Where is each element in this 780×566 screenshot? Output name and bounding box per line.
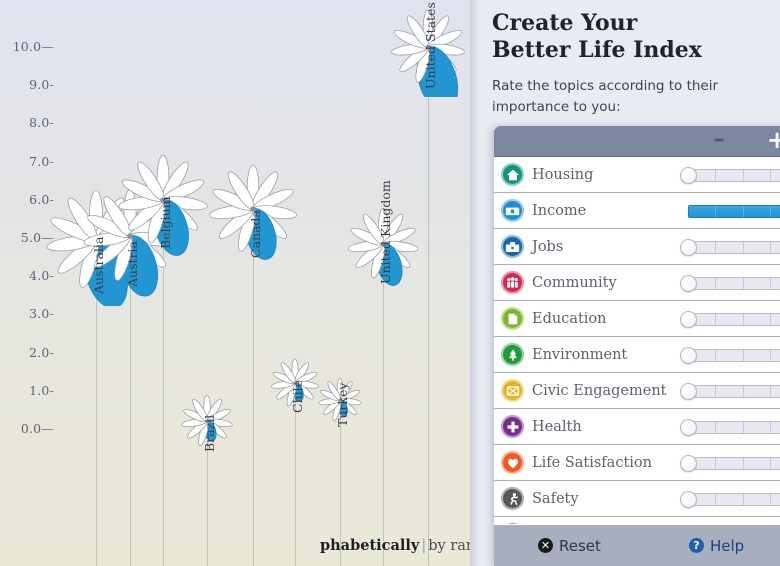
topic-slider[interactable] <box>676 455 780 472</box>
country-label: Chile <box>290 379 305 413</box>
page-subtitle: Rate the topics according to their impor… <box>492 78 719 115</box>
topic-slider[interactable] <box>676 275 780 292</box>
topics-panel-header: – + <box>494 126 780 157</box>
slider-handle[interactable] <box>680 347 697 364</box>
topic-slider[interactable] <box>676 167 780 184</box>
country-label: Brazil <box>202 415 217 453</box>
slider-track <box>688 457 780 470</box>
slider-track <box>688 169 780 182</box>
reset-button[interactable]: ✕ Reset <box>538 537 601 555</box>
topic-row-community[interactable]: Community <box>494 265 780 301</box>
money-icon <box>501 199 524 222</box>
topics-panel: – + Housing Income Jobs Community Education E… <box>494 126 780 566</box>
slider-handle[interactable] <box>680 275 697 292</box>
topic-label: Housing <box>532 167 594 183</box>
y-axis-tick: 1.0- <box>29 382 54 398</box>
briefcase-icon <box>501 235 524 258</box>
heart-icon <box>501 451 524 474</box>
slider-track <box>688 277 780 290</box>
better-life-index-chart: 10.0— 9.0- 8.0- 7.0- 6.0- 5.0— 4.0- 3.0- 2.0- 1.0… <box>0 0 490 566</box>
page-title-line2: Better Life Index <box>492 37 702 63</box>
topic-label: Life Satisfaction <box>532 455 652 471</box>
flower-stem <box>383 243 384 566</box>
sidebar: Create Your Better Life Index Rate the t… <box>470 0 780 566</box>
topic-label: Civic Engagement <box>532 383 667 399</box>
topic-label: Income <box>532 203 587 219</box>
country-label: Turkey <box>335 383 350 428</box>
topic-label: Jobs <box>532 239 564 255</box>
topic-slider[interactable] <box>676 204 780 219</box>
country-label: Canada <box>248 210 263 259</box>
slider-handle[interactable] <box>680 455 697 472</box>
y-axis-tick: 0.0— <box>20 421 54 436</box>
slider-track <box>688 313 780 326</box>
sort-control: phabetically | by rank <box>0 537 490 554</box>
y-axis-tick: 7.0- <box>29 153 54 169</box>
slider-track <box>688 241 780 254</box>
y-axis-tick: 3.0- <box>29 306 54 322</box>
slider-track <box>688 385 780 398</box>
decrease-all-button[interactable]: – <box>706 126 732 156</box>
book-icon <box>501 307 524 330</box>
close-circle-icon: ✕ <box>538 538 553 553</box>
country-label: United States <box>423 2 438 89</box>
topic-row-education[interactable]: Education <box>494 301 780 337</box>
people-icon <box>501 271 524 294</box>
slider-track <box>688 493 780 506</box>
topic-label: Community <box>532 275 617 291</box>
topic-row-jobs[interactable]: Jobs <box>494 229 780 265</box>
topic-slider[interactable] <box>676 347 780 364</box>
topic-row-environment[interactable]: Environment <box>494 337 780 373</box>
slider-handle[interactable] <box>680 419 697 436</box>
topic-slider[interactable] <box>676 491 780 508</box>
country-label: Australia <box>91 236 106 295</box>
page-title: Create Your Better Life Index <box>492 10 772 64</box>
slider-track <box>688 421 780 434</box>
y-axis-tick: 9.0- <box>29 77 54 93</box>
runner-icon <box>501 487 524 510</box>
house-icon <box>501 163 524 186</box>
help-label: Help <box>710 536 745 555</box>
topics-panel-footer: ✕ Reset ? Help <box>494 524 780 566</box>
y-axis-tick: 8.0- <box>29 115 54 131</box>
topic-slider[interactable] <box>676 419 780 436</box>
topic-slider[interactable] <box>676 383 780 400</box>
country-label: United Kingdom <box>378 180 393 285</box>
topic-label: Education <box>532 311 607 327</box>
country-label: Austria <box>125 241 140 288</box>
topic-row-safety[interactable]: Safety <box>494 481 780 517</box>
topic-row-income[interactable]: Income <box>494 193 780 229</box>
increase-all-button[interactable]: + <box>764 126 780 156</box>
topic-label: Health <box>532 419 582 435</box>
slider-handle[interactable] <box>680 167 697 184</box>
topic-label: Environment <box>532 347 628 363</box>
topic-list: Housing Income Jobs Community Education Envir… <box>494 157 780 553</box>
topic-row-health[interactable]: Health <box>494 409 780 445</box>
sort-separator: | <box>421 538 427 554</box>
tree-icon <box>501 343 524 366</box>
y-axis-tick: 10.0— <box>12 39 54 54</box>
question-circle-icon: ? <box>689 538 704 553</box>
help-button[interactable]: ? Help <box>689 537 744 555</box>
cross-icon <box>501 415 524 438</box>
slider-fill <box>688 205 780 218</box>
topic-row-civic-engagement[interactable]: Civic Engagement <box>494 373 780 409</box>
slider-handle[interactable] <box>680 311 697 328</box>
page-title-line1: Create Your <box>492 10 638 36</box>
reset-label: Reset <box>559 536 601 555</box>
ballot-icon <box>501 379 524 402</box>
slider-track <box>688 349 780 362</box>
topic-row-life-satisfaction[interactable]: Life Satisfaction <box>494 445 780 481</box>
y-axis-tick: 2.0- <box>29 344 54 360</box>
slider-handle[interactable] <box>680 383 697 400</box>
sort-alphabetically-link[interactable]: phabetically <box>320 537 419 554</box>
slider-handle[interactable] <box>680 491 697 508</box>
topic-slider[interactable] <box>676 311 780 328</box>
topic-slider[interactable] <box>676 239 780 256</box>
topic-label: Safety <box>532 491 579 507</box>
country-label: Belgium <box>158 196 173 250</box>
slider-handle[interactable] <box>680 239 697 256</box>
topic-row-housing[interactable]: Housing <box>494 157 780 193</box>
flower-stem <box>428 47 429 566</box>
